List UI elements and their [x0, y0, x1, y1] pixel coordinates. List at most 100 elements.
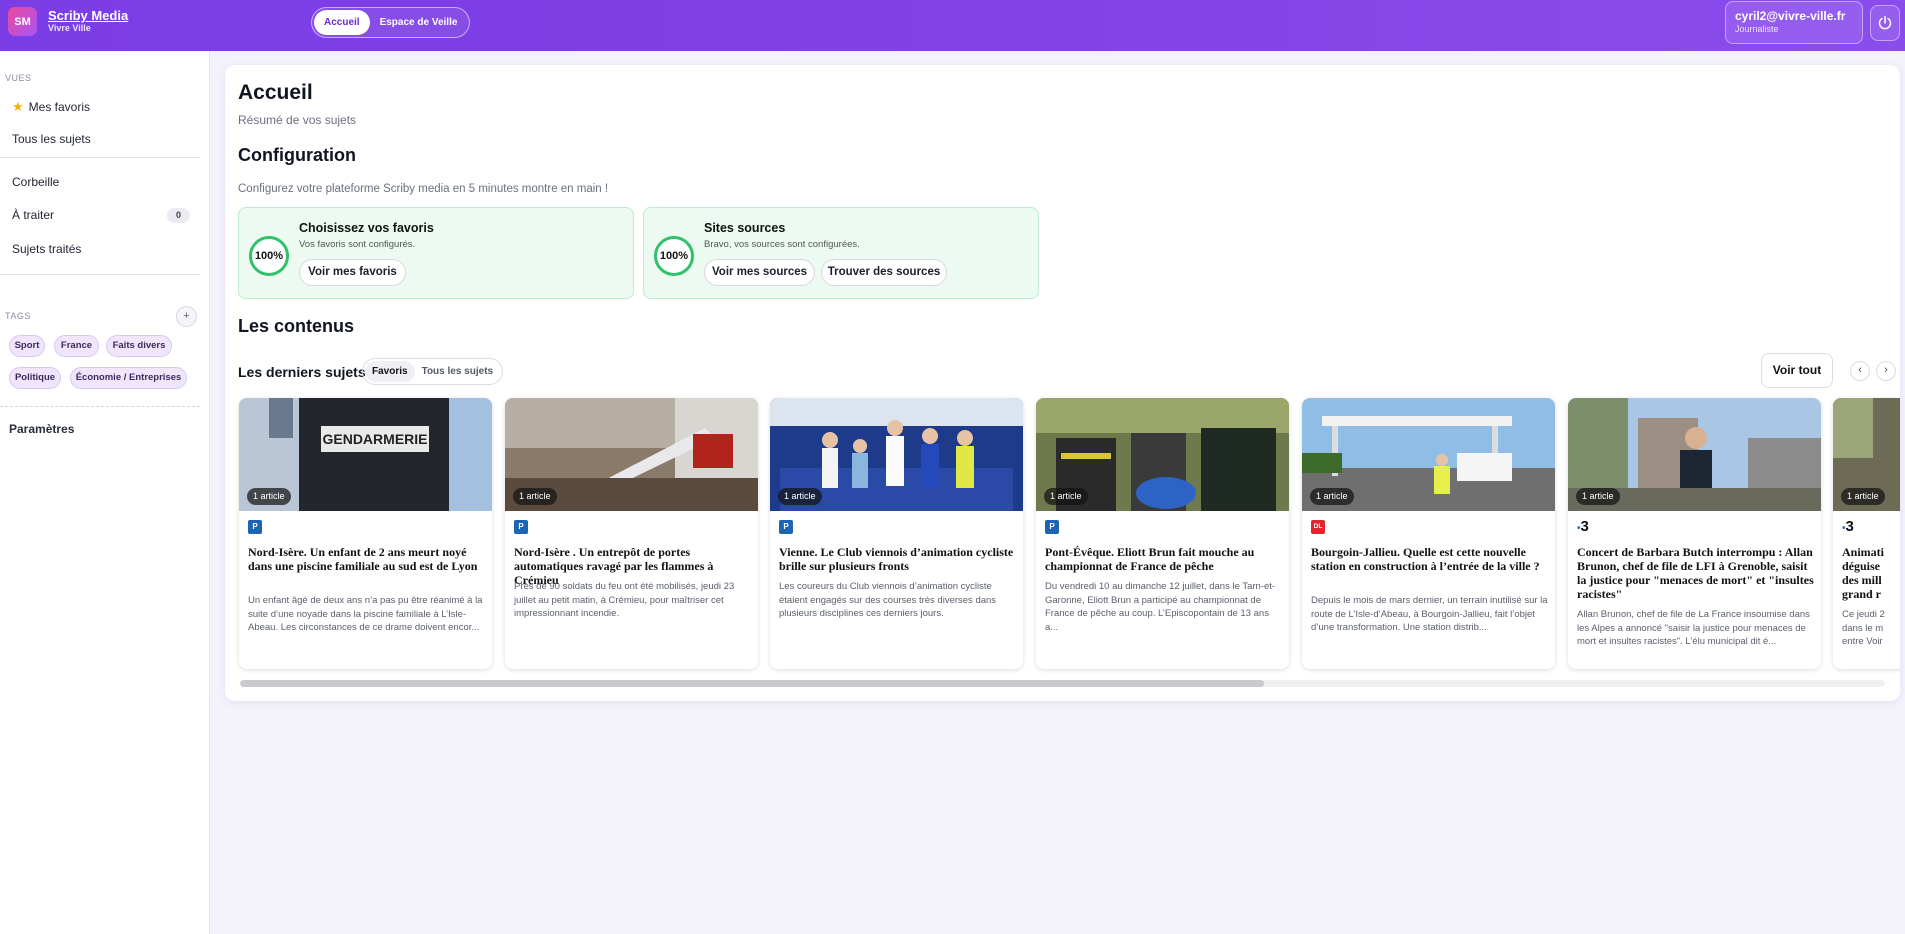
article-title: Nord-Isère. Un enfant de 2 ans meurt noy… — [248, 545, 478, 573]
sidebar-item-all-subjects[interactable]: Tous les sujets — [12, 132, 91, 146]
article-count-badge: 1 article — [1576, 488, 1620, 505]
configuration-heading: Configuration — [238, 145, 356, 165]
progress-ring: 100% — [249, 236, 289, 276]
svg-text:GENDARMERIE: GENDARMERIE — [322, 431, 427, 447]
main-nav: Accueil Espace de Veille — [311, 7, 471, 38]
logout-button[interactable] — [1870, 5, 1900, 41]
article-description: Ce jeudi 2 dans le m entre Voir — [1842, 609, 1885, 647]
brand-logo: SM — [8, 7, 37, 36]
article-description: Depuis le mois de mars dernier, un terra… — [1311, 595, 1548, 633]
brand[interactable]: SM Scriby Media Vivre Ville — [8, 7, 128, 36]
page-title: Accueil — [238, 81, 313, 104]
sidebar-item-to-process[interactable]: À traiter — [12, 208, 54, 222]
sidebar-item-trash[interactable]: Corbeille — [12, 175, 59, 189]
top-bar: SM Scriby Media Vivre Ville Accueil Espa… — [0, 0, 1905, 51]
source-logo-icon: •3 — [1842, 518, 1854, 535]
article-title: Animati déguise des mill grand r — [1842, 545, 1884, 601]
article-card[interactable]: 1 article •3 Concert de Barbara Butch in… — [1568, 398, 1821, 669]
page-subtitle: Résumé de vos sujets — [238, 113, 357, 127]
add-tag-button[interactable]: + — [176, 306, 197, 327]
star-icon: ★ — [12, 99, 24, 114]
article-title: Bourgoin-Jallieu. Quelle est cette nouve… — [1311, 545, 1540, 573]
article-image: 1 article — [1568, 398, 1821, 511]
carousel-scrollbar[interactable] — [240, 680, 1264, 687]
contents-heading: Les contenus — [238, 316, 355, 336]
source-logo-icon: DL — [1311, 520, 1325, 534]
subjects-filter-toggle: Favoris Tous les sujets — [362, 358, 504, 385]
filter-all-subjects[interactable]: Tous les sujets — [415, 361, 501, 382]
article-title: Concert de Barbara Butch interrompu : Al… — [1577, 545, 1814, 601]
views-section-label: VUES — [5, 73, 32, 83]
brand-subtitle: Vivre Ville — [48, 23, 91, 34]
source-logo-icon: P — [779, 520, 793, 534]
article-image: GENDARMERIE 1 article — [239, 398, 492, 511]
user-menu[interactable]: cyril2@vivre-ville.fr Journaliste — [1725, 1, 1863, 44]
tag-politique[interactable]: Politique — [9, 367, 61, 389]
article-image: 1 article — [1302, 398, 1555, 511]
config-card-description: Vos favoris sont configurés. — [299, 239, 416, 250]
article-card[interactable]: 1 article P Pont-Évêque. Eliott Brun fai… — [1036, 398, 1289, 669]
article-image: 1 article — [770, 398, 1023, 511]
sidebar-item-processed[interactable]: Sujets traités — [12, 242, 81, 256]
user-email: cyril2@vivre-ville.fr — [1735, 9, 1846, 23]
article-image: 1 article — [1833, 398, 1900, 511]
latest-subjects-heading: Les derniers sujets — [238, 364, 366, 380]
article-count-badge: 1 article — [1044, 488, 1088, 505]
configuration-description: Configurez votre plateforme Scriby media… — [238, 183, 609, 195]
view-favorites-button[interactable]: Voir mes favoris — [299, 259, 406, 286]
sidebar-item-settings[interactable]: Paramètres — [9, 422, 74, 436]
article-image: 1 article — [1036, 398, 1289, 511]
source-logo-icon: P — [1045, 520, 1059, 534]
carousel-next-button[interactable]: › — [1876, 361, 1896, 381]
see-all-button[interactable]: Voir tout — [1761, 353, 1833, 388]
tag-sport[interactable]: Sport — [9, 335, 45, 357]
article-count-badge: 1 article — [1841, 488, 1885, 505]
sidebar-item-favorites[interactable]: ★ Mes favoris — [12, 99, 90, 115]
article-card[interactable]: 1 article •3 Animati déguise des mill gr… — [1833, 398, 1900, 669]
config-card-title: Sites sources — [704, 221, 786, 235]
config-card-sources: 100% Sites sources Bravo, vos sources so… — [643, 207, 1039, 299]
article-count-badge: 1 article — [1310, 488, 1354, 505]
article-description: Un enfant âgé de deux ans n’a pas pu êtr… — [248, 595, 483, 633]
article-title: Pont-Évêque. Eliott Brun fait mouche au … — [1045, 545, 1255, 573]
brand-name-link[interactable]: Scriby Media — [48, 8, 128, 23]
nav-accueil[interactable]: Accueil — [314, 10, 370, 35]
filter-favorites[interactable]: Favoris — [365, 361, 415, 382]
divider — [0, 406, 200, 407]
article-description: Allan Brunon, chef de file de La France … — [1577, 609, 1810, 647]
article-card[interactable]: 1 article DL Bourgoin-Jallieu. Quelle es… — [1302, 398, 1555, 669]
source-logo-icon: •3 — [1577, 518, 1589, 535]
sidebar-item-label: Mes favoris — [28, 100, 91, 114]
article-count-badge: 1 article — [247, 488, 291, 505]
tag-economie-entreprises[interactable]: Économie / Entreprises — [70, 367, 187, 389]
source-logo-icon: P — [248, 520, 262, 534]
source-logo-icon: P — [514, 520, 528, 534]
sidebar: VUES ★ Mes favoris Tous les sujets Corbe… — [0, 51, 210, 934]
tag-faits-divers[interactable]: Faits divers — [106, 335, 172, 357]
nav-espace-de-veille[interactable]: Espace de Veille — [370, 10, 468, 35]
article-card[interactable]: GENDARMERIE 1 article P Nord-Isère. Un e… — [239, 398, 492, 669]
article-title: Vienne. Le Club viennois d’animation cyc… — [779, 545, 1014, 573]
tags-section-label: TAGS — [5, 311, 31, 321]
divider — [0, 274, 200, 275]
article-description: Près de 90 soldats du feu ont été mobili… — [514, 581, 735, 619]
power-icon — [1878, 15, 1892, 30]
main-panel: Accueil Résumé de vos sujets Configurati… — [225, 65, 1900, 701]
config-card-title: Choisissez vos favoris — [299, 221, 434, 235]
divider — [0, 157, 200, 158]
find-sources-button[interactable]: Trouver des sources — [821, 259, 947, 286]
tag-france[interactable]: France — [54, 335, 99, 357]
article-card[interactable]: 1 article P Vienne. Le Club viennois d’a… — [770, 398, 1023, 669]
article-count-badge: 1 article — [778, 488, 822, 505]
carousel-prev-button[interactable]: ‹ — [1850, 361, 1870, 381]
user-role: Journaliste — [1735, 24, 1779, 34]
article-count-badge: 1 article — [513, 488, 557, 505]
view-sources-button[interactable]: Voir mes sources — [704, 259, 815, 286]
article-card[interactable]: 1 article P Nord-Isère . Un entrepôt de … — [505, 398, 758, 669]
article-description: Les coureurs du Club viennois d’animatio… — [779, 581, 997, 619]
to-process-count-badge: 0 — [167, 208, 190, 223]
article-description: Du vendredi 10 au dimanche 12 juillet, d… — [1045, 581, 1276, 633]
article-image: 1 article — [505, 398, 758, 511]
config-card-favorites: 100% Choisissez vos favoris Vos favoris … — [238, 207, 634, 299]
progress-ring: 100% — [654, 236, 694, 276]
